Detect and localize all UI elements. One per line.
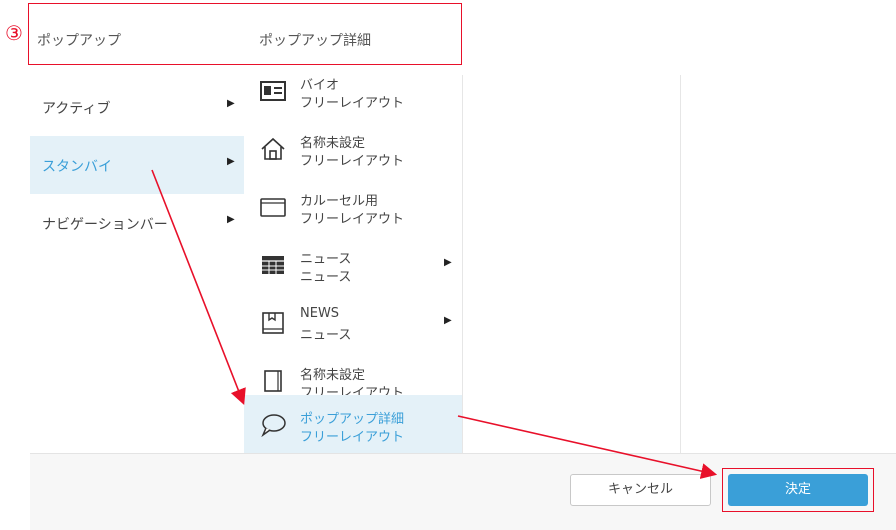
chevron-right-icon: ▶ [444,315,452,326]
template-subtitle: フリーレイアウト [300,154,405,169]
template-subtitle: ニュース [300,270,352,285]
template-subtitle: ニュース [300,328,352,343]
template-item-selected[interactable]: ポップアップ詳細 フリーレイアウト [244,395,462,453]
category-label: スタンバイ [42,159,112,175]
template-title: ニュース [300,252,352,267]
speech-bubble-icon [261,414,286,437]
category-item-active[interactable]: アクティブ ▶ [30,78,244,136]
category-label: アクティブ [42,101,111,117]
template-title: カルーセル用 [300,194,379,209]
template-title: NEWS [300,306,340,321]
chevron-right-icon: ▶ [444,257,452,268]
home-icon [261,137,285,160]
column-divider [680,75,681,453]
table-icon [262,256,284,274]
template-title: ポップアップ詳細 [300,412,405,427]
template-title: 名称未設定 [300,368,366,383]
cancel-button[interactable]: キャンセル [570,474,711,506]
category-item-standby[interactable]: スタンバイ ▶ [30,136,244,194]
template-item[interactable]: 名称未設定 フリーレイアウト [244,119,462,177]
template-subtitle: フリーレイアウト [300,212,405,227]
breadcrumb-popup-detail: ポップアップ詳細 [259,33,371,49]
carousel-icon [260,198,286,217]
template-subtitle: フリーレイアウト [300,430,405,445]
template-item[interactable]: カルーセル用 フリーレイアウト [244,177,462,235]
page-icon [264,370,282,392]
category-label: ナビゲーションバー [42,217,168,233]
id-card-icon [260,81,286,101]
step-number-marker: ③ [5,21,23,45]
chevron-right-icon: ▶ [227,156,235,167]
template-item[interactable]: ニュース ニュース ▶ [244,235,462,293]
book-icon [262,312,284,334]
chevron-right-icon: ▶ [227,214,235,225]
category-item-navbar[interactable]: ナビゲーションバー ▶ [30,194,244,252]
column-divider [462,75,463,453]
ok-button[interactable]: 決定 [728,474,868,506]
template-list[interactable]: バイオ フリーレイアウト 名称未設定 フリーレイアウト カルーセル用 フリーレイ… [244,75,462,453]
category-list: アクティブ ▶ スタンバイ ▶ ナビゲーションバー ▶ [30,75,244,453]
template-title: 名称未設定 [300,136,366,151]
template-subtitle: フリーレイアウト [300,96,405,111]
template-item[interactable]: バイオ フリーレイアウト [244,75,462,119]
breadcrumb-popup: ポップアップ [37,33,121,49]
template-title: バイオ [300,78,340,93]
chevron-right-icon: ▶ [227,98,235,109]
template-item[interactable]: NEWS ニュース ▶ [244,293,462,351]
